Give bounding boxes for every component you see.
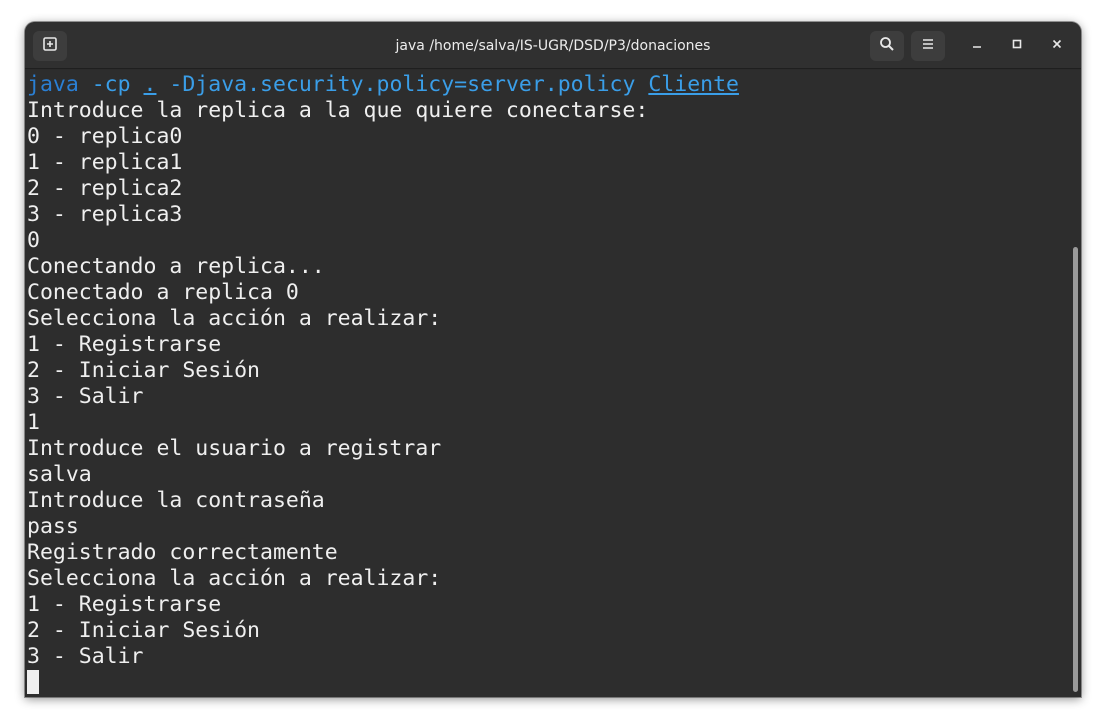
command-main-class[interactable]: Cliente [648,72,739,97]
output-line: 2 - replica2 [27,176,183,201]
output-line: 1 - Registrarse [27,332,222,357]
output-line: 2 - Iniciar Sesión [27,358,260,383]
close-button[interactable] [1045,34,1069,58]
minimize-icon [971,37,983,55]
scrollbar-thumb[interactable] [1073,247,1078,692]
output-line: Introduce la replica a la que quiere con… [27,98,649,123]
output-line: Selecciona la acción a realizar: [27,566,442,591]
menu-button[interactable] [911,31,945,61]
minimize-button[interactable] [965,34,989,58]
output-line: Introduce la contraseña [27,488,325,513]
output-line: 3 - Salir [27,644,144,669]
search-button[interactable] [870,31,904,61]
maximize-icon [1011,37,1023,55]
output-line: 1 - replica1 [27,150,183,175]
command-policy: -Djava.security.policy=server.policy [156,72,649,97]
hamburger-menu-icon [921,37,935,56]
output-line: salva [27,462,92,487]
terminal-output[interactable]: java -cp . -Djava.security.policy=server… [25,70,1081,697]
command-classpath[interactable]: . [144,72,157,97]
output-line: Selecciona la acción a realizar: [27,306,442,331]
output-line: 2 - Iniciar Sesión [27,618,260,643]
titlebar: java /home/salva/IS-UGR/DSD/P3/donacione… [25,22,1081,69]
output-line: 1 [27,410,40,435]
output-line: pass [27,514,79,539]
maximize-button[interactable] [1005,34,1029,58]
output-line: Conectado a replica 0 [27,280,299,305]
output-line: 0 [27,228,40,253]
output-line: 3 - Salir [27,384,144,409]
close-icon [1051,37,1063,55]
terminal-window: java /home/salva/IS-UGR/DSD/P3/donacione… [25,22,1081,697]
command-line: java -cp . -Djava.security.policy=server… [27,72,739,98]
text-cursor [27,670,39,694]
output-line: Conectando a replica... [27,254,325,279]
output-line: Introduce el usuario a registrar [27,436,442,461]
command-program: java [27,72,79,97]
command-flag: -cp [78,72,144,97]
output-line: 1 - Registrarse [27,592,222,617]
output-line: Registrado correctamente [27,540,338,565]
search-icon [879,36,895,57]
output-line: 3 - replica3 [27,202,183,227]
output-line: 0 - replica0 [27,124,183,149]
